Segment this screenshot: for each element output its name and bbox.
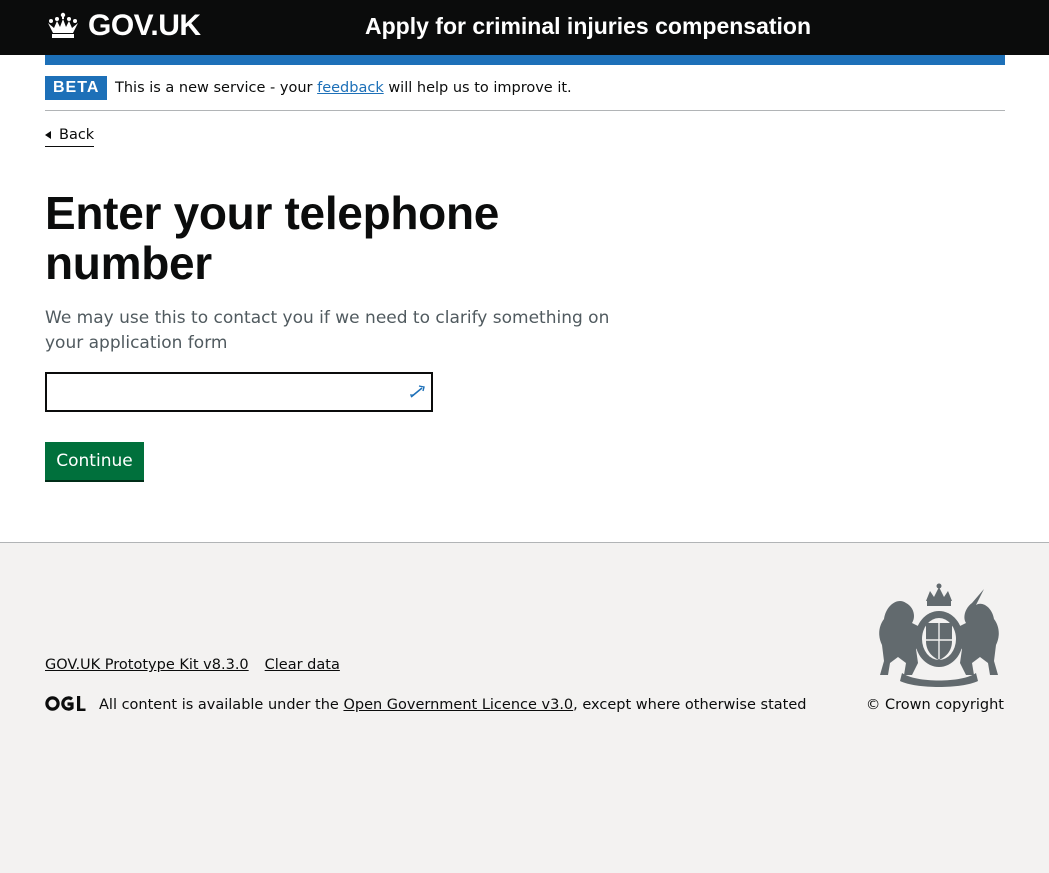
telephone-input[interactable] xyxy=(47,374,431,410)
site-header: GOV.UK Apply for criminal injuries compe… xyxy=(0,0,1049,55)
crown-icon xyxy=(48,12,78,38)
phase-text-after: will help us to improve it. xyxy=(383,80,572,96)
service-name[interactable]: Apply for criminal injuries compensation xyxy=(365,11,811,41)
back-link-label: Back xyxy=(59,127,95,143)
back-arrow-icon xyxy=(45,131,51,139)
autofill-key-icon[interactable] xyxy=(408,382,428,402)
crown-copyright[interactable]: © Crown copyright xyxy=(866,695,1004,715)
feedback-link[interactable]: feedback xyxy=(317,80,384,96)
telephone-field xyxy=(45,372,433,412)
footer-links: GOV.UK Prototype Kit v8.3.0 Clear data xyxy=(45,655,356,675)
licence-text: All content is available under the Open … xyxy=(99,695,806,715)
prototype-kit-link[interactable]: GOV.UK Prototype Kit v8.3.0 xyxy=(45,657,249,673)
govuk-logo-text: GOV.UK xyxy=(88,9,201,42)
open-government-licence-link[interactable]: Open Government Licence v3.0 xyxy=(343,697,573,713)
telephone-hint: We may use this to contact you if we nee… xyxy=(45,308,610,353)
phase-banner-text: This is a new service - your feedback wi… xyxy=(115,78,572,98)
licence-text-before: All content is available under the xyxy=(99,697,344,713)
phase-banner: BETA This is a new service - your feedba… xyxy=(45,65,1005,111)
clear-data-link[interactable]: Clear data xyxy=(265,657,340,673)
header-blue-bar xyxy=(45,55,1005,65)
phase-text-before: This is a new service - your xyxy=(115,80,318,96)
back-link[interactable]: Back xyxy=(45,125,95,147)
licence-text-after: , except where otherwise stated xyxy=(573,697,807,713)
royal-coat-of-arms-icon[interactable] xyxy=(876,583,1002,687)
page-title: Enter your telephone number xyxy=(45,187,500,289)
site-footer: GOV.UK Prototype Kit v8.3.0 Clear data Al… xyxy=(0,542,1049,873)
ogl-logo-icon xyxy=(45,696,86,711)
phase-tag: BETA xyxy=(45,76,108,100)
continue-button[interactable]: Continue xyxy=(45,442,144,480)
govuk-logo-link[interactable]: GOV.UK xyxy=(45,10,201,42)
